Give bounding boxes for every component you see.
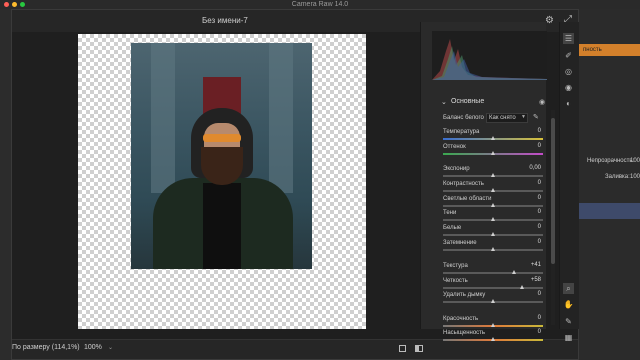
slider-thumb[interactable] xyxy=(491,232,495,236)
section-collapse-chevron-icon[interactable]: ⌄ xyxy=(441,98,447,106)
slider-label: Оттенок xyxy=(443,144,466,150)
slider-label: Контрастность xyxy=(443,181,484,187)
basic-section-title[interactable]: Основные xyxy=(451,98,484,105)
slider-value-input[interactable]: 0 xyxy=(519,239,541,247)
slider-value-input[interactable]: 0 xyxy=(519,128,541,136)
slider-10[interactable]: Удалить дымку 0 xyxy=(441,291,543,307)
slider-6[interactable]: Белые 0 xyxy=(441,224,543,240)
slider-5[interactable]: Тени 0 xyxy=(441,209,543,225)
slider-value-input[interactable]: +41 xyxy=(519,262,541,270)
slider-thumb[interactable] xyxy=(491,173,495,177)
slider-label: Насыщенность xyxy=(443,330,486,336)
fill-value[interactable]: 100 xyxy=(630,174,640,180)
slider-label: Удалить дымку xyxy=(443,292,486,298)
slider-thumb[interactable] xyxy=(491,188,495,192)
before-after-view-icon[interactable] xyxy=(415,345,423,352)
slider-thumb[interactable] xyxy=(491,247,495,251)
slider-thumb[interactable] xyxy=(491,151,495,155)
slider-track[interactable] xyxy=(443,287,543,289)
slider-2[interactable]: Экспонир 0,00 xyxy=(441,165,543,181)
slider-label: Четкость xyxy=(443,278,468,284)
slider-thumb[interactable] xyxy=(491,299,495,303)
slider-1[interactable]: Оттенок 0 xyxy=(441,143,543,159)
slider-label: Экспонир xyxy=(443,166,470,172)
slider-value-input[interactable]: 0 xyxy=(519,291,541,299)
slider-value-input[interactable]: 0 xyxy=(519,224,541,232)
eye-icon[interactable]: ◉ xyxy=(539,98,545,106)
slider-thumb[interactable] xyxy=(511,270,516,274)
single-view-icon[interactable] xyxy=(399,345,406,352)
grid-icon[interactable]: ▦ xyxy=(563,332,574,343)
edit-sliders-icon[interactable]: ☰ xyxy=(563,33,574,44)
fill-label: Заливка: xyxy=(605,174,630,180)
photoshop-right-panel xyxy=(579,9,640,360)
slider-label: Текстура xyxy=(443,263,468,269)
eyedropper-icon[interactable]: ✎ xyxy=(533,113,539,121)
fit-to-view-button[interactable]: По размеру (114,1%) xyxy=(12,344,80,351)
zoom-icon[interactable]: ⌕ xyxy=(563,283,574,294)
preview-canvas[interactable] xyxy=(12,32,432,339)
mask-icon[interactable]: ◐ xyxy=(563,98,574,109)
title-bar: Camera Raw 14.0 xyxy=(0,0,640,9)
brush-icon[interactable]: ✐ xyxy=(563,50,574,61)
slider-label: Белые xyxy=(443,225,462,231)
slider-thumb[interactable] xyxy=(491,136,495,140)
preview-photo xyxy=(131,43,312,269)
zoom-level-dropdown[interactable]: 100% xyxy=(84,344,102,351)
photoshop-active-item[interactable]: пность xyxy=(579,44,640,56)
slider-value-input[interactable]: 0 xyxy=(519,180,541,188)
photoshop-selected-layer[interactable] xyxy=(579,203,640,219)
slider-value-input[interactable]: 0,00 xyxy=(519,165,541,173)
slider-8[interactable]: Текстура +41 xyxy=(441,262,543,278)
chevron-down-icon[interactable]: ⌄ xyxy=(108,344,113,351)
slider-label: Светлые области xyxy=(443,196,492,202)
slider-value-input[interactable]: 0 xyxy=(519,143,541,151)
slider-value-input[interactable]: 0 xyxy=(519,315,541,323)
heal-icon[interactable]: ◎ xyxy=(563,66,574,77)
slider-label: Красочность xyxy=(443,316,479,322)
slider-value-input[interactable]: 0 xyxy=(519,209,541,217)
app-title: Camera Raw 14.0 xyxy=(291,1,349,8)
chevron-down-icon[interactable]: ▼ xyxy=(521,114,526,120)
slider-label: Тени xyxy=(443,210,457,216)
slider-value-input[interactable]: 0 xyxy=(519,195,541,203)
settings-gear-icon[interactable]: ⚙ xyxy=(545,15,554,26)
slider-track[interactable] xyxy=(443,272,543,274)
slider-value-input[interactable]: 0 xyxy=(519,329,541,337)
slider-label: Затемнение xyxy=(443,240,477,246)
slider-value-input[interactable]: +58 xyxy=(519,277,541,285)
slider-7[interactable]: Затемнение 0 xyxy=(441,239,543,255)
histogram xyxy=(432,31,547,80)
slider-thumb[interactable] xyxy=(491,323,495,327)
slider-3[interactable]: Контрастность 0 xyxy=(441,180,543,196)
slider-label: Температура xyxy=(443,129,480,135)
slider-12[interactable]: Насыщенность 0 xyxy=(441,329,543,345)
slider-thumb[interactable] xyxy=(491,203,495,207)
document-title: Без имени-7 xyxy=(202,16,248,25)
opacity-label: Непрозрачность: xyxy=(587,158,635,164)
opacity-value[interactable]: 100 xyxy=(630,158,640,164)
slider-thumb[interactable] xyxy=(520,285,524,289)
slider-thumb[interactable] xyxy=(491,217,495,221)
slider-0[interactable]: Температура 0 xyxy=(441,128,543,144)
white-balance-label: Баланс белого xyxy=(443,115,484,121)
hand-icon[interactable]: ✋ xyxy=(563,299,574,310)
redeye-icon[interactable]: ◉ xyxy=(563,82,574,93)
photoshop-left-toolbar xyxy=(0,9,11,360)
panel-scrollbar-thumb[interactable] xyxy=(551,118,555,264)
slider-thumb[interactable] xyxy=(491,337,495,341)
color-sampler-icon[interactable]: ✎ xyxy=(563,316,574,327)
